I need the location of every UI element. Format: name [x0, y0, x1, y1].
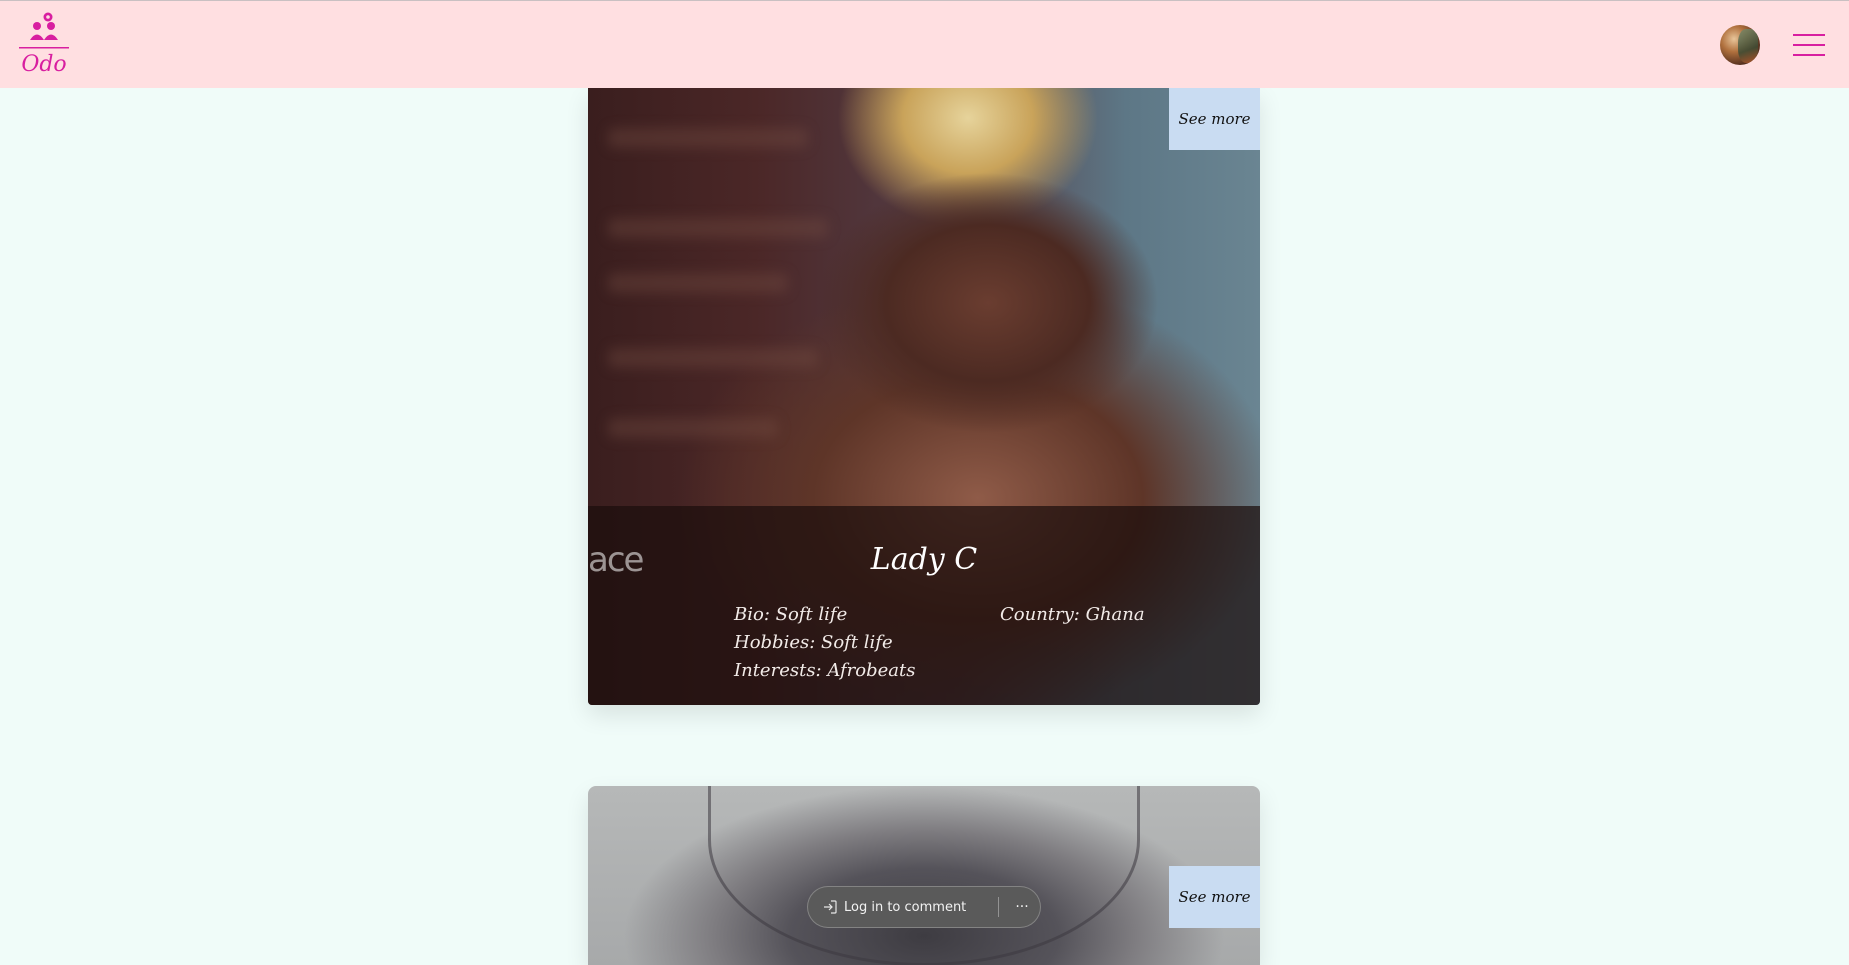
profile-name: Lady C [870, 542, 978, 577]
divider [998, 897, 999, 917]
sign-in-icon [824, 900, 837, 914]
profile-info-overlay: ace Lady C Bio: Soft life Hobbies: Soft … [588, 506, 1260, 705]
top-header: Odo [0, 0, 1849, 88]
log-in-to-comment-button[interactable]: Log in to comment [822, 887, 966, 927]
profile-card: See more ace Lady C Bio: Soft life Hobbi… [588, 88, 1260, 705]
hamburger-menu-icon[interactable] [1793, 34, 1825, 58]
more-options-icon[interactable]: ··· [1004, 887, 1040, 927]
profile-hobbies: Hobbies: Soft life [734, 632, 893, 653]
profile-interests: Interests: Afrobeats [734, 660, 916, 681]
people-logo-icon [19, 12, 69, 49]
profile-bio: Bio: Soft life [734, 604, 848, 625]
profile-location: Country: Ghana [1000, 601, 1145, 629]
profile-card: See more [588, 786, 1260, 965]
profile-country: Country: Ghana [1000, 604, 1145, 625]
profile-photo [588, 786, 1260, 965]
login-label: Log in to comment [844, 899, 967, 915]
logo-text: Odo [21, 52, 67, 77]
comment-bar: Log in to comment ··· [807, 886, 1041, 928]
profile-details: Bio: Soft life Hobbies: Soft life Intere… [734, 601, 916, 685]
see-more-button[interactable]: See more [1169, 866, 1260, 928]
user-avatar[interactable] [1720, 25, 1760, 65]
odo-logo[interactable]: Odo [18, 11, 70, 81]
see-more-button[interactable]: See more [1169, 88, 1260, 150]
